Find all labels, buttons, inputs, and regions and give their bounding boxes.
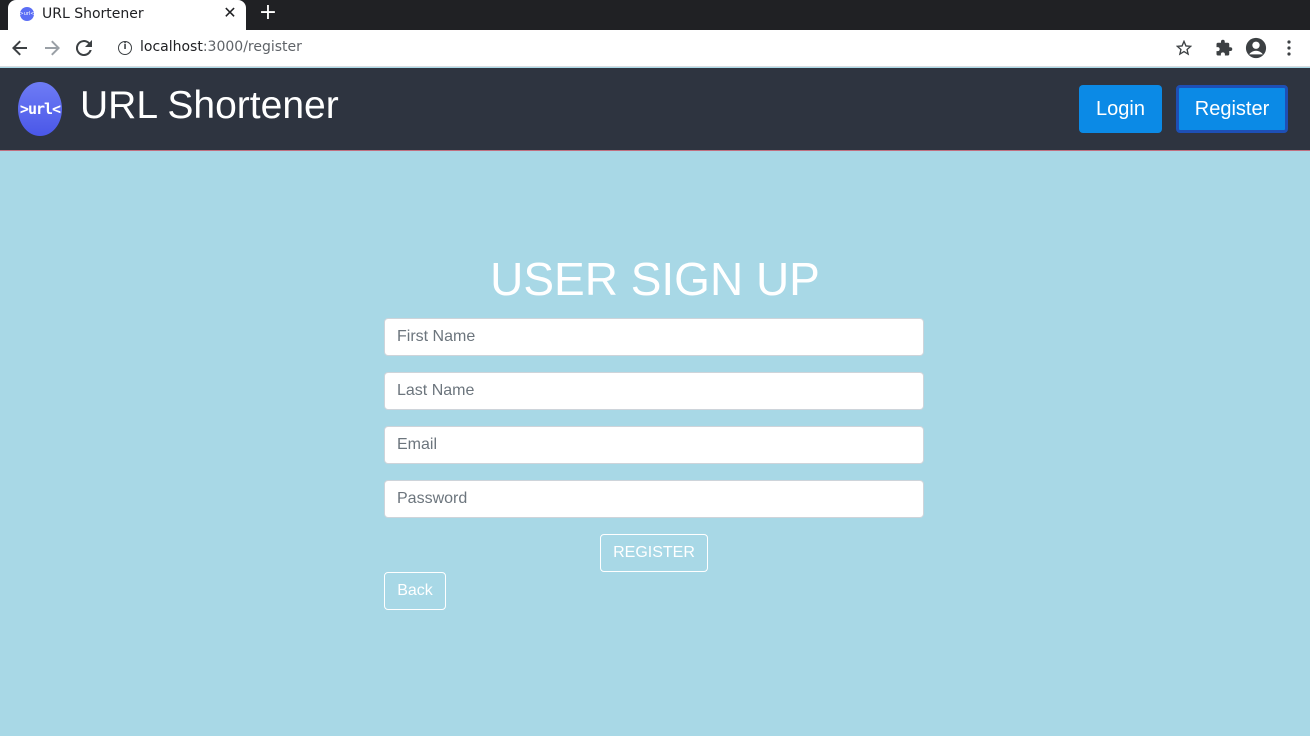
- app-header: >url< URL Shortener Login Register: [0, 68, 1310, 151]
- browser-tabstrip: >url< URL Shortener ✕ +: [0, 0, 1310, 30]
- tab-title: URL Shortener: [42, 6, 144, 22]
- menu-icon[interactable]: [1277, 36, 1301, 60]
- browser-tab[interactable]: >url< URL Shortener ✕: [8, 0, 246, 30]
- email-field[interactable]: [384, 426, 924, 464]
- browser-toolbar: i localhost:3000/register: [0, 30, 1310, 67]
- favicon-icon: >url<: [19, 7, 35, 21]
- form-title: USER SIGN UP: [490, 253, 820, 305]
- favicon-text: >url<: [19, 11, 35, 17]
- logo-text: >url<: [19, 100, 61, 118]
- forward-arrow-icon[interactable]: [40, 36, 64, 60]
- address-bar[interactable]: i localhost:3000/register: [106, 33, 1206, 63]
- login-button[interactable]: Login: [1079, 85, 1162, 133]
- reload-icon[interactable]: [72, 36, 96, 60]
- url-host: localhost: [140, 39, 203, 55]
- last-name-field[interactable]: [384, 372, 924, 410]
- logo[interactable]: >url<: [18, 82, 62, 136]
- first-name-field[interactable]: [384, 318, 924, 356]
- register-submit-button[interactable]: REGISTER: [600, 534, 708, 572]
- app-title: URL Shortener: [80, 84, 339, 127]
- tab-close-icon[interactable]: ✕: [222, 4, 238, 22]
- new-tab-icon[interactable]: +: [258, 2, 278, 24]
- register-nav-button[interactable]: Register: [1176, 85, 1288, 133]
- back-button[interactable]: Back: [384, 572, 446, 610]
- star-icon[interactable]: [1172, 36, 1196, 60]
- url-path: :3000/register: [202, 39, 302, 55]
- profile-icon[interactable]: [1244, 36, 1268, 60]
- info-icon[interactable]: i: [118, 41, 132, 55]
- password-field[interactable]: [384, 480, 924, 518]
- back-arrow-icon[interactable]: [8, 36, 32, 60]
- extensions-icon[interactable]: [1212, 36, 1236, 60]
- url-text[interactable]: localhost:3000/register: [140, 39, 302, 55]
